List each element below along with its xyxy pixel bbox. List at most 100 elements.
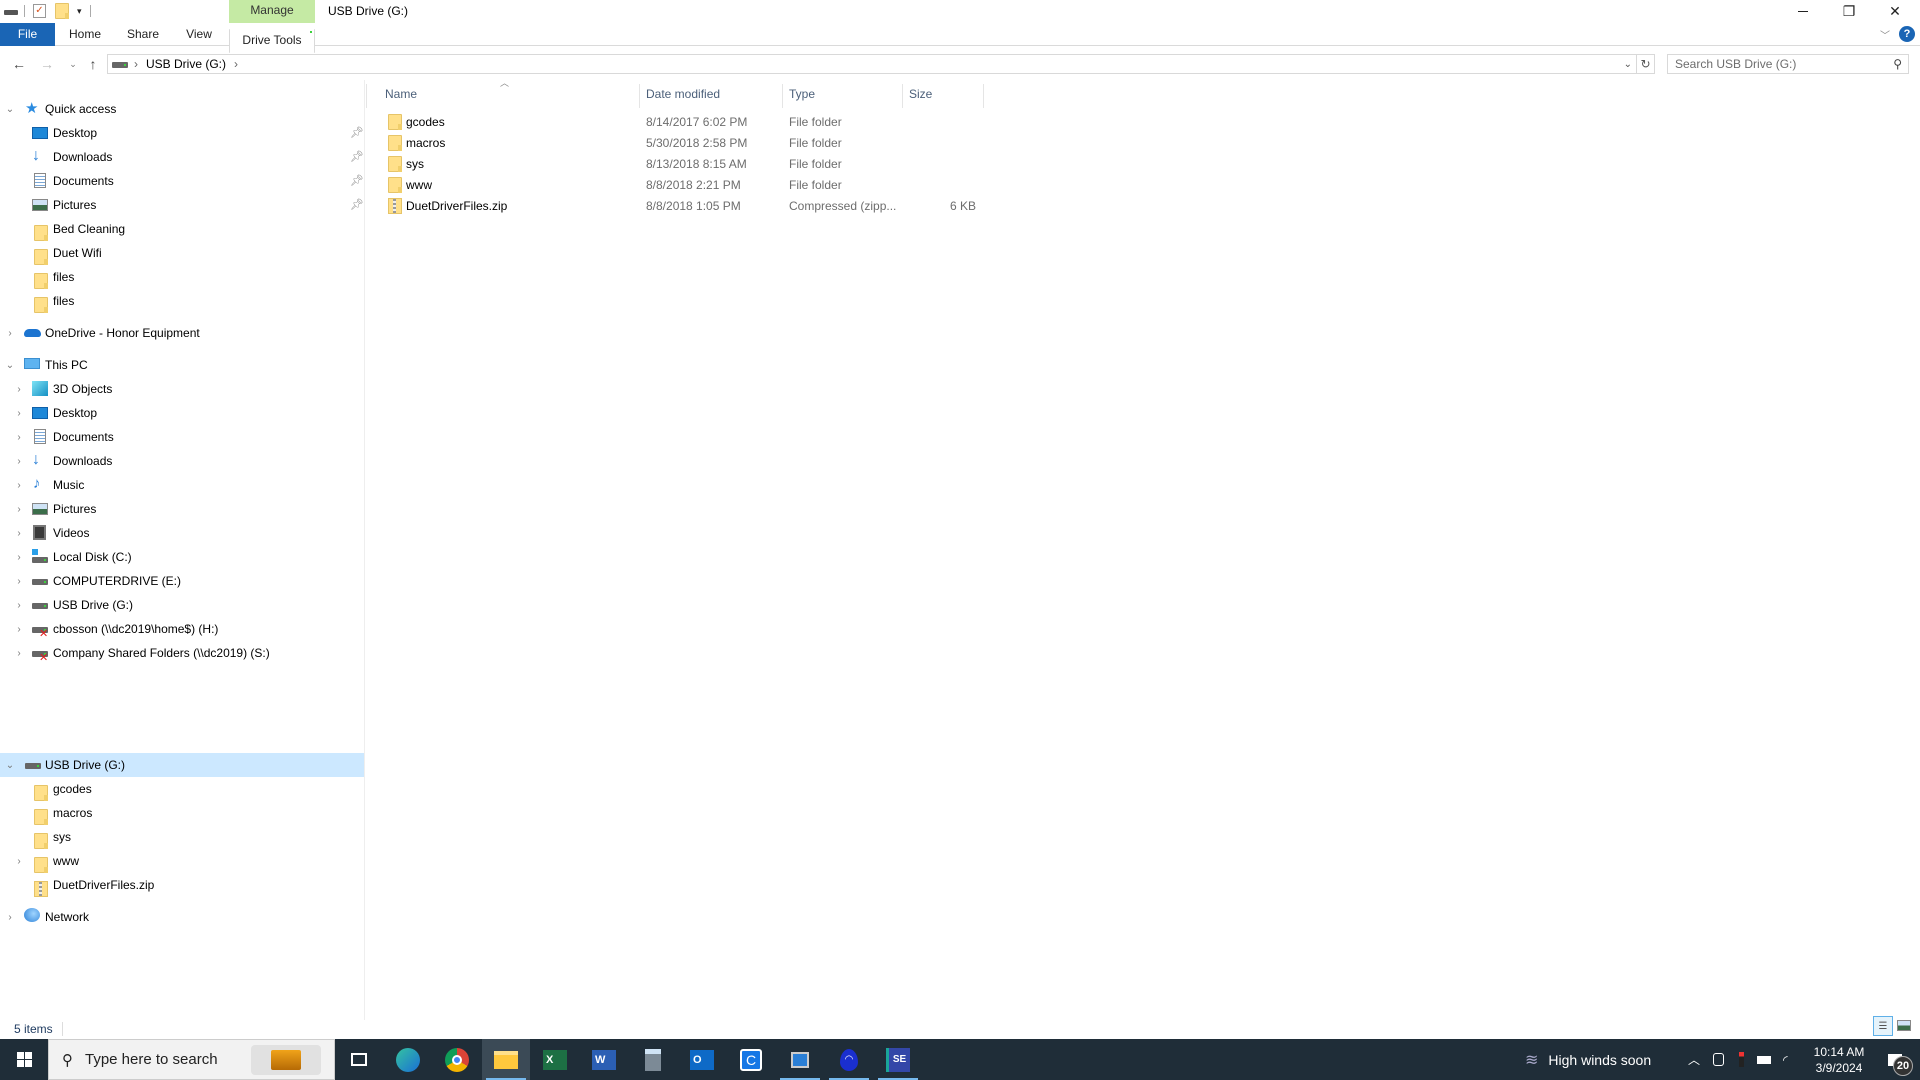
notifications-button[interactable]: 20 — [1876, 1039, 1914, 1080]
back-button[interactable]: ← — [10, 55, 28, 73]
search-input[interactable] — [1675, 57, 1885, 71]
chevron-right-icon[interactable]: › — [13, 521, 25, 545]
close-button[interactable]: ✕ — [1872, 0, 1918, 23]
restore-button[interactable]: ❐ — [1826, 0, 1872, 23]
nav-pc-item[interactable]: › COMPUTERDRIVE (E:) — [0, 569, 364, 593]
pin-icon[interactable]: 📌︎ — [350, 174, 364, 187]
nav-qa-desktop[interactable]: Desktop 📌︎ — [0, 121, 364, 145]
file-name[interactable]: DuetDriverFiles.zip — [406, 199, 507, 213]
chevron-right-icon[interactable]: › — [4, 321, 16, 345]
taskbar-app-edge[interactable] — [384, 1039, 432, 1080]
new-folder-icon[interactable] — [55, 3, 69, 19]
taskbar-app-outlook[interactable]: O — [678, 1039, 726, 1080]
chevron-down-icon[interactable]: ⌄ — [4, 753, 16, 777]
nav-usb-item[interactable]: macros — [0, 801, 364, 825]
wifi-icon[interactable]: ◜ — [1783, 1039, 1788, 1080]
usb-status-icon[interactable] — [1739, 1039, 1744, 1080]
nav-network[interactable]: › Network — [0, 905, 364, 929]
pin-icon[interactable]: 📌︎ — [350, 150, 364, 163]
nav-pc-item[interactable]: › USB Drive (G:) — [0, 593, 364, 617]
column-separator[interactable] — [639, 84, 640, 108]
nav-pc-item[interactable]: › Videos — [0, 521, 364, 545]
nav-usb-item[interactable]: gcodes — [0, 777, 364, 801]
chevron-right-icon[interactable]: › — [13, 497, 25, 521]
weather-widget[interactable]: ≋ High winds soon — [1525, 1039, 1651, 1080]
properties-icon[interactable]: ✓ — [33, 4, 46, 18]
tab-share[interactable]: Share — [122, 23, 164, 46]
column-separator[interactable] — [983, 84, 984, 108]
chevron-right-icon[interactable]: › — [13, 425, 25, 449]
file-name[interactable]: sys — [406, 157, 424, 171]
chevron-right-icon[interactable]: › — [13, 641, 25, 665]
nav-qa-files-2[interactable]: files — [0, 289, 364, 313]
pin-icon[interactable]: 📌︎ — [350, 198, 364, 211]
chevron-right-icon[interactable]: › — [13, 545, 25, 569]
nav-pc-item[interactable]: › Desktop — [0, 401, 364, 425]
nav-qa-bed-cleaning[interactable]: Bed Cleaning — [0, 217, 364, 241]
search-box[interactable]: ⚲ — [1667, 54, 1909, 74]
pin-icon[interactable]: 📌︎ — [350, 126, 364, 139]
column-header-type[interactable]: Type — [789, 80, 901, 108]
column-header-name[interactable]: Name — [385, 80, 638, 108]
taskbar-app-word[interactable]: W — [580, 1039, 628, 1080]
chevron-down-icon[interactable]: ⌄ — [4, 353, 16, 377]
nav-pc-item[interactable]: › ↓ Downloads — [0, 449, 364, 473]
nav-usb-item[interactable]: sys — [0, 825, 364, 849]
file-name[interactable]: macros — [406, 136, 445, 150]
meet-now-icon[interactable] — [1713, 1039, 1724, 1080]
minimize-button[interactable] — [1780, 0, 1826, 23]
taskbar-app-c-app[interactable]: C — [727, 1039, 775, 1080]
column-header-size[interactable]: Size — [909, 80, 979, 108]
tab-file[interactable]: File — [0, 23, 55, 46]
nav-pc-item[interactable]: › ♪ Music — [0, 473, 364, 497]
file-name[interactable]: www — [406, 178, 432, 192]
nav-usb-item[interactable]: DuetDriverFiles.zip — [0, 873, 364, 897]
file-row[interactable]: sys 8/13/2018 8:15 AM File folder — [366, 154, 986, 175]
drive-icon[interactable] — [4, 10, 18, 15]
large-icons-view-button[interactable] — [1897, 1020, 1911, 1031]
chevron-right-icon[interactable]: › — [13, 569, 25, 593]
address-bar[interactable]: › USB Drive (G:) › ⌄ — [107, 54, 1637, 74]
taskbar-app-wifi-app[interactable]: ◠ — [825, 1039, 873, 1080]
customize-dropdown-icon[interactable]: ▾ — [77, 6, 82, 17]
address-dropdown-icon[interactable]: ⌄ — [1624, 59, 1632, 70]
nav-usb-drive-selected[interactable]: ⌄ USB Drive (G:) — [0, 753, 364, 777]
nav-this-pc[interactable]: ⌄ This PC — [0, 353, 364, 377]
column-header-date-modified[interactable]: Date modified — [646, 80, 781, 108]
expand-ribbon-icon[interactable]: ﹀ — [1880, 27, 1890, 42]
chevron-right-icon[interactable]: › — [13, 593, 25, 617]
breadcrumb-separator[interactable]: › — [234, 57, 238, 71]
file-row[interactable]: www 8/8/2018 2:21 PM File folder — [366, 175, 986, 196]
battery-icon[interactable] — [1757, 1039, 1771, 1080]
chevron-right-icon[interactable]: › — [13, 401, 25, 425]
chevron-right-icon[interactable]: › — [13, 377, 25, 401]
nav-usb-item[interactable]: › www — [0, 849, 364, 873]
tab-view[interactable]: View — [180, 23, 218, 46]
file-row[interactable]: gcodes 8/14/2017 6:02 PM File folder — [366, 112, 986, 133]
details-view-button[interactable]: ☰ — [1873, 1016, 1893, 1036]
nav-qa-documents[interactable]: Documents 📌︎ — [0, 169, 364, 193]
nav-pc-item[interactable]: › ✕ Company Shared Folders (\\dc2019) (S… — [0, 641, 364, 665]
nav-quick-access[interactable]: ⌄ ★ Quick access — [0, 97, 364, 121]
breadcrumb-usb-drive[interactable]: USB Drive (G:) — [146, 57, 226, 71]
recent-locations-button[interactable]: ⌄ — [64, 55, 82, 73]
nav-onedrive[interactable]: › OneDrive - Honor Equipment — [0, 321, 364, 345]
taskbar-search-box[interactable]: ⚲ Type here to search — [48, 1039, 335, 1080]
nav-qa-downloads[interactable]: ↓ Downloads 📌︎ — [0, 145, 364, 169]
search-icon[interactable]: ⚲ — [1893, 57, 1902, 71]
taskbar-app-file-explorer[interactable] — [482, 1039, 530, 1080]
nav-pc-item[interactable]: › 3D Objects — [0, 377, 364, 401]
forward-button[interactable]: → — [38, 55, 56, 73]
breadcrumb-separator[interactable]: › — [134, 57, 138, 71]
nav-qa-files[interactable]: files — [0, 265, 364, 289]
column-separator[interactable] — [782, 84, 783, 108]
refresh-button[interactable]: ↻ — [1637, 54, 1655, 74]
taskbar-app-excel[interactable]: X — [531, 1039, 579, 1080]
chevron-right-icon[interactable]: › — [13, 617, 25, 641]
show-hidden-icons-button[interactable]: ︿ — [1688, 1039, 1700, 1080]
tab-home[interactable]: Home — [64, 23, 106, 46]
taskbar-app-task-view[interactable] — [335, 1039, 383, 1080]
file-row[interactable]: DuetDriverFiles.zip 8/8/2018 1:05 PM Com… — [366, 196, 986, 217]
taskbar-app-se-app[interactable]: SE — [874, 1039, 922, 1080]
file-name[interactable]: gcodes — [406, 115, 445, 129]
